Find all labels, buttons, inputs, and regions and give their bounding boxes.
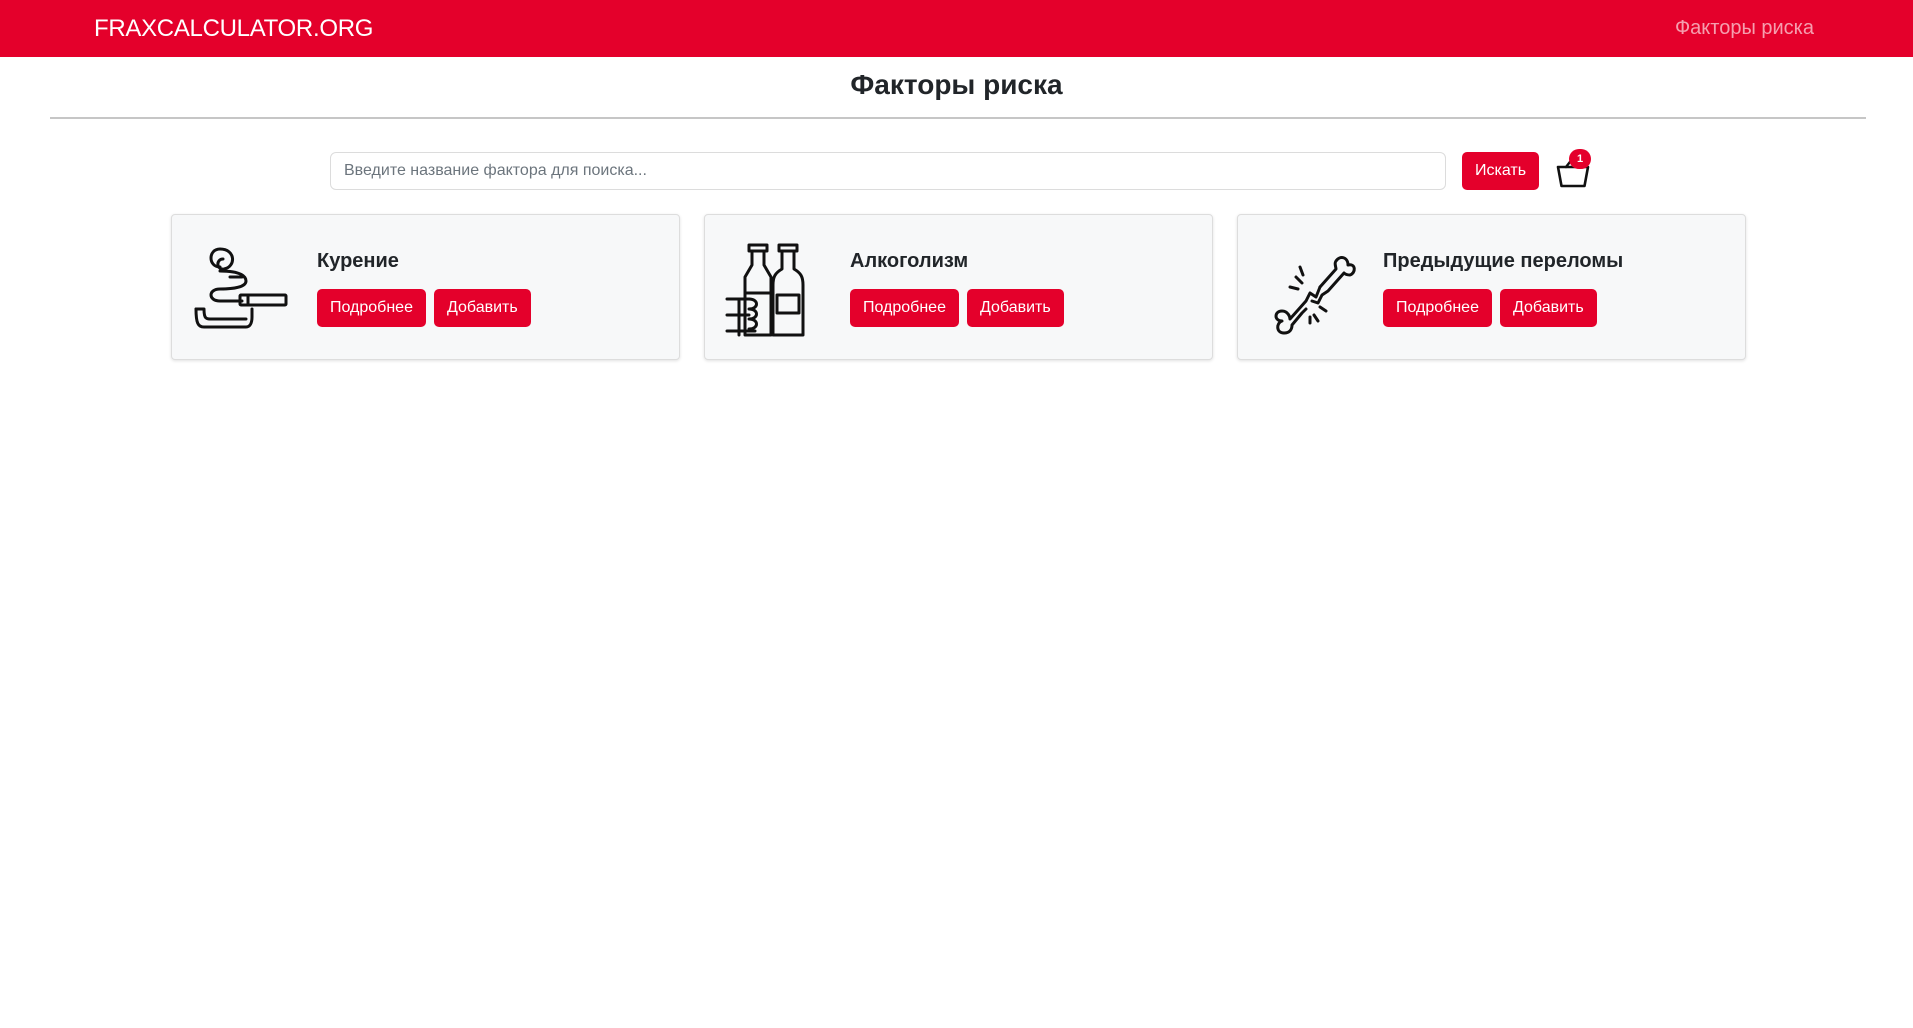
factor-card-fractures: Предыдущие переломы Подробнее Добавить xyxy=(1237,214,1746,360)
factor-actions: Подробнее Добавить xyxy=(850,289,1064,327)
alcohol-bottles-icon xyxy=(725,243,805,337)
add-button[interactable]: Добавить xyxy=(966,289,1064,327)
title-divider xyxy=(50,117,1866,119)
factor-actions: Подробнее Добавить xyxy=(317,289,531,327)
factor-title: Предыдущие переломы xyxy=(1383,250,1624,272)
nav-link-risk-factors[interactable]: Факторы риска xyxy=(1675,0,1814,57)
basket-button[interactable]: 1 xyxy=(1553,149,1593,190)
factor-title: Курение xyxy=(317,250,399,272)
details-button[interactable]: Подробнее xyxy=(317,289,426,327)
add-button[interactable]: Добавить xyxy=(1499,289,1597,327)
factor-actions: Подробнее Добавить xyxy=(1383,289,1597,327)
basket-count-badge: 1 xyxy=(1569,149,1591,169)
page-title: Факторы риска xyxy=(850,69,1063,100)
brand-logo-link[interactable]: FRAXCALCULATOR.ORG xyxy=(94,0,373,57)
factor-card-smoking: Курение Подробнее Добавить xyxy=(171,214,680,360)
factor-card-alcohol: Алкоголизм Подробнее Добавить xyxy=(704,214,1213,360)
smoking-icon xyxy=(194,247,288,329)
factor-title: Алкоголизм xyxy=(850,250,969,272)
broken-bone-icon xyxy=(1274,256,1356,335)
details-button[interactable]: Подробнее xyxy=(850,289,959,327)
add-button[interactable]: Добавить xyxy=(433,289,531,327)
search-button[interactable]: Искать xyxy=(1462,152,1539,190)
search-input[interactable] xyxy=(330,152,1446,190)
details-button[interactable]: Подробнее xyxy=(1383,289,1492,327)
top-navbar: FRAXCALCULATOR.ORG Факторы риска xyxy=(0,0,1913,57)
